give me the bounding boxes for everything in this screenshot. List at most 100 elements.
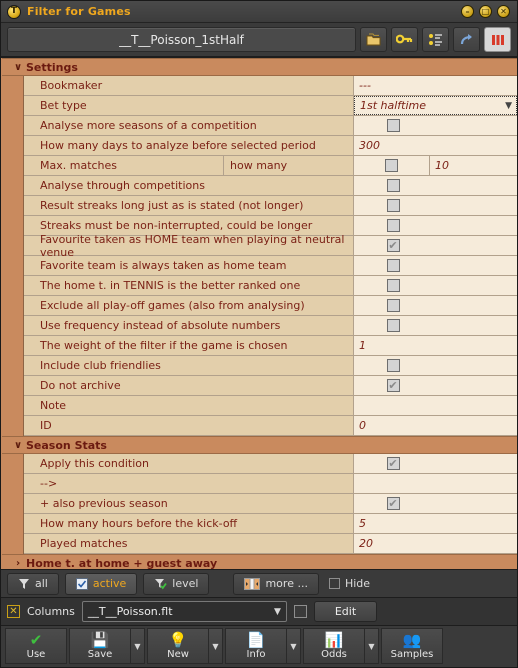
row-checkbox-cell[interactable]: ✔ bbox=[354, 236, 432, 255]
action-new-dropdown[interactable]: ▼ bbox=[209, 628, 223, 664]
row-value[interactable]: 1 bbox=[354, 336, 517, 355]
more-button[interactable]: more ... bbox=[233, 572, 319, 595]
row-checkbox[interactable] bbox=[385, 159, 398, 172]
action-samples-button[interactable]: 👥 Samples bbox=[381, 628, 443, 664]
action-save-dropdown[interactable]: ▼ bbox=[131, 628, 145, 664]
row-label: Bet type bbox=[24, 96, 354, 115]
row-checkbox-cell[interactable] bbox=[354, 316, 432, 335]
row-checkbox-cell[interactable] bbox=[354, 356, 432, 375]
settings-row[interactable]: + also previous season ✔ bbox=[24, 494, 517, 514]
row-checkbox[interactable]: ✔ bbox=[386, 239, 400, 252]
row-value[interactable]: 20 bbox=[354, 534, 517, 553]
row-checkbox-cell[interactable] bbox=[354, 276, 432, 295]
row-spacer bbox=[432, 196, 517, 215]
settings-row[interactable]: Note bbox=[24, 396, 517, 416]
hide-toggle[interactable]: Hide bbox=[328, 577, 370, 590]
settings-row[interactable]: Analyse through competitions bbox=[24, 176, 517, 196]
row-checkbox-cell[interactable]: ✔ bbox=[354, 376, 432, 395]
maximize-icon[interactable]: □ bbox=[479, 5, 492, 18]
row-checkbox[interactable] bbox=[386, 319, 400, 332]
action-info-dropdown[interactable]: ▼ bbox=[287, 628, 301, 664]
row-spacer bbox=[432, 256, 517, 275]
settings-row[interactable]: Result streaks long just as is stated (n… bbox=[24, 196, 517, 216]
row-label: Analyse through competitions bbox=[24, 176, 354, 195]
row-checkbox-cell[interactable] bbox=[354, 196, 432, 215]
row-value[interactable]: 5 bbox=[354, 514, 517, 533]
settings-row[interactable]: Do not archive ✔ bbox=[24, 376, 517, 396]
settings-row[interactable]: How many hours before the kick-off 5 bbox=[24, 514, 517, 534]
settings-row[interactable]: The home t. in TENNIS is the better rank… bbox=[24, 276, 517, 296]
row-checkbox-cell[interactable] bbox=[354, 116, 432, 135]
action-odds-button[interactable]: 📊 Odds bbox=[303, 628, 365, 664]
filter-level-button[interactable]: level bbox=[143, 572, 210, 595]
settings-row[interactable]: Max. matches how many 10 bbox=[24, 156, 517, 176]
action-info-button[interactable]: 📄 Info bbox=[225, 628, 287, 664]
bars-icon[interactable] bbox=[484, 27, 511, 52]
row-checkbox-cell[interactable] bbox=[354, 296, 432, 315]
row-checkbox[interactable] bbox=[386, 219, 400, 232]
row-value[interactable]: --- bbox=[354, 76, 517, 95]
row-checkbox[interactable] bbox=[386, 179, 400, 192]
action-use-button[interactable]: ✔ Use bbox=[5, 628, 67, 664]
columns-checkbox[interactable] bbox=[293, 605, 307, 618]
minimize-icon[interactable]: – bbox=[461, 5, 474, 18]
action-odds-dropdown[interactable]: ▼ bbox=[365, 628, 379, 664]
row-checkbox[interactable] bbox=[386, 279, 400, 292]
filter-file-select[interactable]: __T__Poisson.flt ▼ bbox=[81, 601, 287, 622]
row-checkbox-cell[interactable] bbox=[354, 216, 432, 235]
filter-name-field[interactable]: __T__Poisson_1stHalf bbox=[7, 27, 356, 52]
close-columns-icon[interactable]: ✕ bbox=[7, 605, 20, 618]
open-folder-icon[interactable] bbox=[360, 27, 387, 52]
row-value[interactable] bbox=[354, 474, 517, 493]
settings-row[interactable]: Bookmaker --- bbox=[24, 76, 517, 96]
row-checkbox[interactable] bbox=[386, 199, 400, 212]
row-checkbox-cell[interactable]: ✔ bbox=[354, 494, 432, 513]
row-dropdown[interactable]: 1st halftime ▼ bbox=[354, 96, 517, 115]
row-checkbox[interactable] bbox=[386, 259, 400, 272]
section-header[interactable]: › Home t. at home + guest away bbox=[2, 554, 517, 569]
tree-list-icon[interactable] bbox=[422, 27, 449, 52]
redo-arrow-icon[interactable] bbox=[453, 27, 480, 52]
key-icon[interactable] bbox=[391, 27, 418, 52]
hide-checkbox[interactable] bbox=[328, 578, 340, 589]
row-value[interactable]: 300 bbox=[354, 136, 517, 155]
filter-all-button[interactable]: all bbox=[7, 572, 59, 595]
row-checkbox[interactable] bbox=[386, 359, 400, 372]
settings-row[interactable]: Analyse more seasons of a competition bbox=[24, 116, 517, 136]
row-checkbox[interactable]: ✔ bbox=[386, 497, 400, 510]
settings-row[interactable]: Exclude all play-off games (also from an… bbox=[24, 296, 517, 316]
row-spacer bbox=[432, 236, 517, 255]
row-checkbox-cell[interactable] bbox=[354, 156, 430, 175]
action-save-button[interactable]: 💾 Save bbox=[69, 628, 131, 664]
settings-row[interactable]: Include club friendlies bbox=[24, 356, 517, 376]
row-value[interactable]: 0 bbox=[354, 416, 517, 435]
settings-row[interactable]: Apply this condition ✔ bbox=[24, 454, 517, 474]
row-checkbox-cell[interactable] bbox=[354, 176, 432, 195]
close-icon[interactable]: ✕ bbox=[497, 5, 510, 18]
settings-row[interactable]: Played matches 20 bbox=[24, 534, 517, 554]
row-checkbox-cell[interactable] bbox=[354, 256, 432, 275]
row-checkbox-cell[interactable]: ✔ bbox=[354, 454, 432, 473]
settings-row[interactable]: How many days to analyze before selected… bbox=[24, 136, 517, 156]
row-value[interactable] bbox=[354, 396, 517, 415]
row-checkbox[interactable]: ✔ bbox=[386, 379, 400, 392]
section-header[interactable]: ∨ Settings bbox=[2, 58, 517, 76]
settings-row[interactable]: --> bbox=[24, 474, 517, 494]
row-checkbox[interactable]: ✔ bbox=[386, 457, 400, 470]
section-header[interactable]: ∨ Season Stats bbox=[2, 436, 517, 454]
row-checkbox[interactable] bbox=[386, 299, 400, 312]
edit-button[interactable]: Edit bbox=[313, 601, 378, 622]
settings-row[interactable]: Bet type 1st halftime ▼ bbox=[24, 96, 517, 116]
row-checkbox[interactable] bbox=[386, 119, 400, 132]
filter-active-button[interactable]: active bbox=[64, 572, 138, 595]
action-new-button[interactable]: 💡 New bbox=[147, 628, 209, 664]
settings-row[interactable]: Use frequency instead of absolute number… bbox=[24, 316, 517, 336]
settings-row[interactable]: Favorite team is always taken as home te… bbox=[24, 256, 517, 276]
row-spacer bbox=[432, 454, 517, 473]
action-label: Odds bbox=[321, 648, 347, 660]
settings-row[interactable]: The weight of the filter if the game is … bbox=[24, 336, 517, 356]
settings-row[interactable]: Favourite taken as HOME team when playin… bbox=[24, 233, 517, 259]
settings-row[interactable]: ID 0 bbox=[24, 416, 517, 436]
row-value[interactable]: 10 bbox=[430, 156, 517, 175]
